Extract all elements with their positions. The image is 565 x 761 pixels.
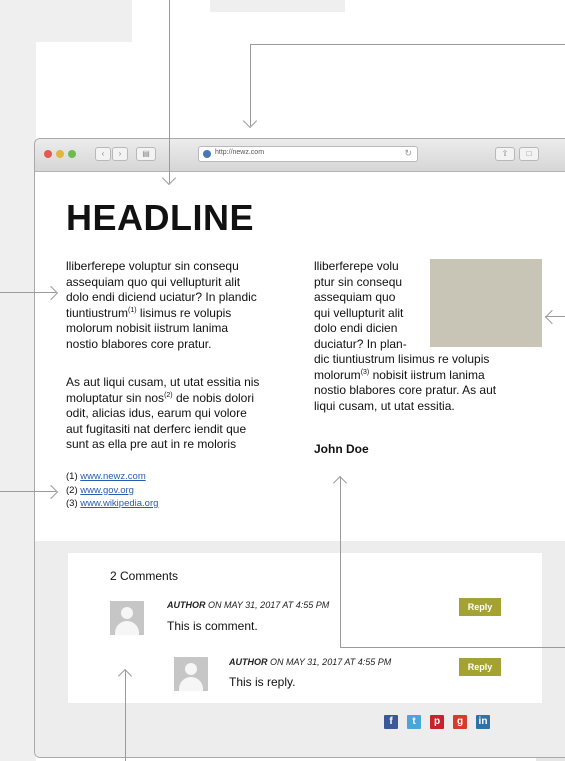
comment-author: AUTHOR <box>229 657 268 667</box>
close-window-dot[interactable] <box>44 150 52 158</box>
reload-icon[interactable]: ↻ <box>404 148 412 159</box>
article-paragraph-3: lliberferepe volu ptur sin consequ asseq… <box>314 259 497 413</box>
comment-text: This is comment. <box>167 619 258 633</box>
linkedin-icon[interactable]: in <box>476 715 490 729</box>
article-paragraph-2: As aut liqui cusam, ut utat essitia nis … <box>66 375 260 451</box>
reference-item: (2) www.gov.org <box>66 484 134 496</box>
address-bar-url: http://newz.com <box>215 149 265 156</box>
arrow-down-icon <box>242 113 258 129</box>
site-icon <box>203 150 211 158</box>
avatar <box>174 657 208 691</box>
pinterest-icon[interactable]: p <box>430 715 444 729</box>
article-paragraph-1: lliberferepe voluptur sin consequ assequ… <box>66 259 257 351</box>
background-block <box>0 0 132 42</box>
google-plus-icon[interactable]: g <box>453 715 467 729</box>
annotation-line <box>169 0 170 183</box>
comments-count: 2 Comments <box>110 569 179 583</box>
new-tab-button[interactable]: □ <box>519 147 539 161</box>
annotation-line <box>340 477 341 647</box>
background-block <box>210 0 345 12</box>
reply-button[interactable]: Reply <box>459 598 501 616</box>
annotation-line <box>340 647 565 648</box>
comment-meta: AUTHOR ON MAY 31, 2017 AT 4:55 PM <box>229 657 391 667</box>
background-block <box>0 42 36 434</box>
author-name: John Doe <box>314 442 369 456</box>
reference-link[interactable]: www.newz.com <box>80 471 145 482</box>
sidebar-button[interactable]: ▤ <box>136 147 156 161</box>
background-block <box>0 434 36 761</box>
browser-toolbar: ‹ › ▤ http://newz.com ↻ ⇧ □ <box>35 139 565 172</box>
comments-section: 2 Comments AUTHOR ON MAY 31, 2017 AT 4:5… <box>35 541 565 757</box>
minimize-window-dot[interactable] <box>56 150 64 158</box>
reference-item: (3) www.wikipedia.org <box>66 498 159 509</box>
comment-author: AUTHOR <box>167 600 206 610</box>
comments-box: 2 Comments AUTHOR ON MAY 31, 2017 AT 4:5… <box>68 553 542 703</box>
twitter-icon[interactable]: t <box>407 715 421 729</box>
reference-item: (1) www.newz.com <box>66 471 146 482</box>
comment-text: This is reply. <box>229 675 296 689</box>
back-button[interactable]: ‹ <box>95 147 111 161</box>
forward-button[interactable]: › <box>112 147 128 161</box>
share-button[interactable]: ⇧ <box>495 147 515 161</box>
page-title: HEADLINE <box>66 197 255 238</box>
facebook-icon[interactable]: f <box>384 715 398 729</box>
reference-link[interactable]: www.gov.org <box>80 485 134 496</box>
zoom-window-dot[interactable] <box>68 150 76 158</box>
comment-date: ON MAY 31, 2017 AT 4:55 PM <box>205 600 330 610</box>
references-list: (1) www.newz.com (2) www.gov.org (3) www… <box>66 470 158 511</box>
annotation-line <box>125 670 126 761</box>
annotation-line <box>250 44 565 45</box>
address-bar[interactable]: http://newz.com ↻ <box>198 146 418 162</box>
comment-date: ON MAY 31, 2017 AT 4:55 PM <box>267 657 392 667</box>
reply-button[interactable]: Reply <box>459 658 501 676</box>
comment-meta: AUTHOR ON MAY 31, 2017 AT 4:55 PM <box>167 600 329 610</box>
avatar <box>110 601 144 635</box>
browser-window: ‹ › ▤ http://newz.com ↻ ⇧ □ HEADLINE lli… <box>34 138 565 758</box>
reference-link[interactable]: www.wikipedia.org <box>80 498 158 509</box>
